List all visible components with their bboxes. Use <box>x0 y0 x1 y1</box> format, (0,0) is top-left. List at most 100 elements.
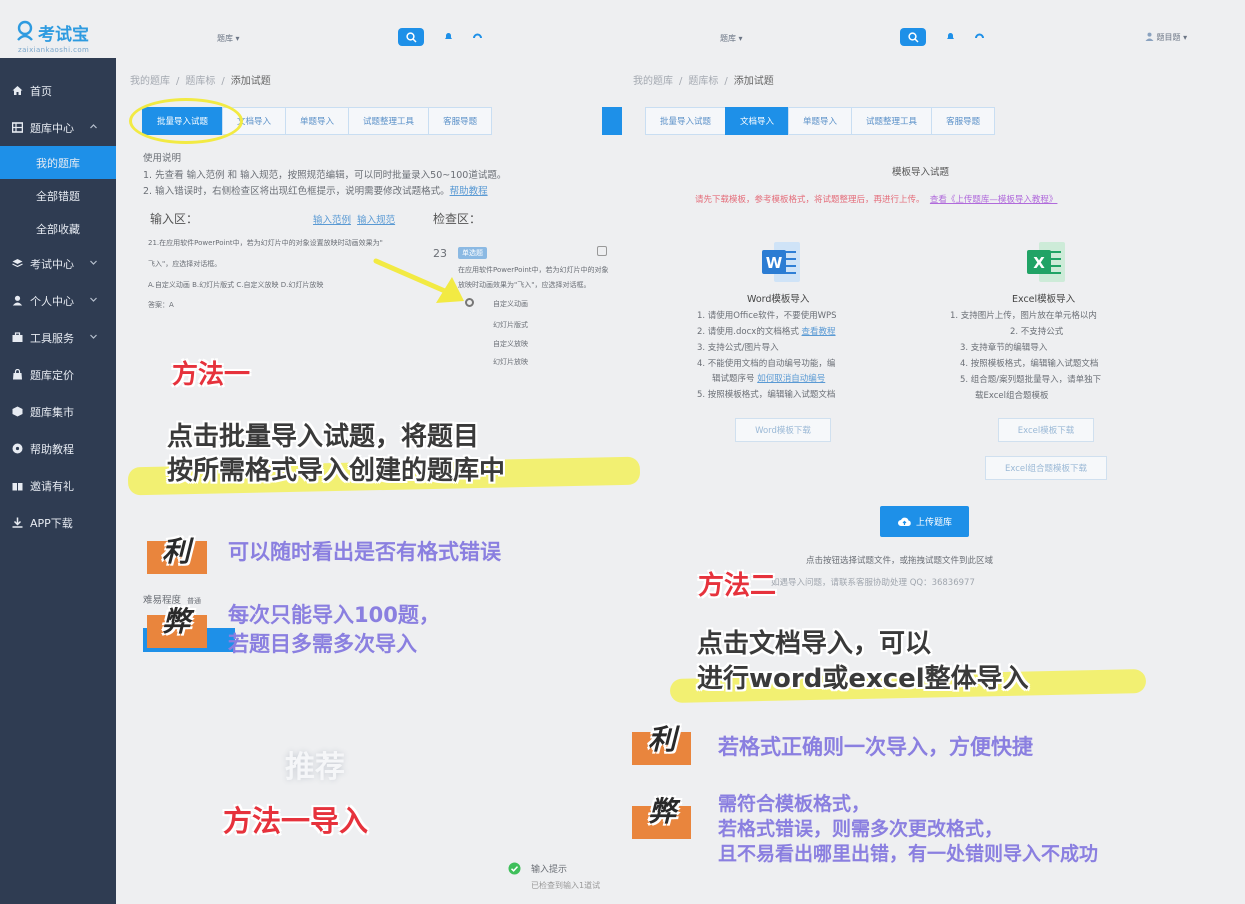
word-rule-text: 辑试题序号 <box>712 374 755 384</box>
bell-icon[interactable] <box>946 32 955 41</box>
excel-doc-icon: X <box>1027 242 1065 282</box>
word-tutorial-link[interactable]: 查看教程 <box>802 327 836 337</box>
sidebar-item-label: 考试中心 <box>30 257 74 271</box>
breadcrumb-current: 添加试题 <box>230 76 271 87</box>
search-button-right[interactable] <box>900 28 926 46</box>
sidebar-sub-all-errors[interactable]: 全部错题 <box>0 179 116 212</box>
tab-single-import[interactable]: 单题导入 <box>285 107 350 135</box>
tip-sub: 已检查到输入1道试 <box>531 881 601 890</box>
sidebar-item-label: 个人中心 <box>30 294 74 308</box>
breadcrumb-right: 我的题库 / 题库标 / 添加试题 <box>633 76 774 87</box>
sidebar-item-bank-pricing[interactable]: 题库定价 <box>0 356 116 393</box>
word-rule: 2. 请使用.docx的文档格式 查看教程 <box>697 325 836 337</box>
sidebar-item-app-download[interactable]: APP下载 <box>0 504 116 541</box>
input-rules-link[interactable]: 输入规范 <box>357 215 395 226</box>
bank-select-label: 题库 <box>720 34 736 43</box>
tab-service-import[interactable]: 客服导题 <box>931 107 996 135</box>
search-button-left[interactable] <box>398 28 424 46</box>
help-icon <box>10 442 24 456</box>
excel-rule: 载Excel组合题模板 <box>975 391 1049 401</box>
template-note-text: 请先下载模板，参考模板格式，将试题整理后，再进行上传。 <box>695 195 925 205</box>
method-one-desc-2: 按所需格式导入创建的题库中 <box>167 456 506 486</box>
tab-organize-tool[interactable]: 试题整理工具 <box>851 107 933 135</box>
question-text[interactable]: 21.在应用软件PowerPoint中，若为幻灯片中的对象设置放映时动画效果为" <box>148 238 383 248</box>
excel-template-download-button[interactable]: Excel模板下载 <box>998 418 1094 442</box>
breadcrumb-current: 添加试题 <box>733 76 774 87</box>
usage-title: 使用说明 <box>143 153 182 164</box>
upload-bank-button[interactable]: 上传题库 <box>880 506 969 537</box>
sidebar: 考试宝 zaixiankaoshi.com 首页 题库中心 我的题库 全部错题 … <box>0 0 116 904</box>
arrow-annotation <box>373 258 464 303</box>
method-one-desc-1: 点击批量导入试题，将题目 <box>167 422 480 452</box>
breadcrumb-item[interactable]: 题库标 <box>185 76 215 87</box>
method-two-pro-badge: 利 <box>648 723 677 756</box>
cube-icon <box>10 405 24 419</box>
question-text-2[interactable]: 飞入"，应选择对话框。 <box>148 259 221 269</box>
brand-name: 考试宝 <box>38 25 89 45</box>
grid-icon <box>10 121 24 135</box>
tab-batch-import[interactable]: 批量导入试题 <box>645 107 727 135</box>
method-two-con-3: 且不易看出哪里出错，有一处错则导入不成功 <box>718 843 1099 865</box>
question-select-checkbox[interactable] <box>597 246 607 256</box>
sidebar-item-personal-center[interactable]: 个人中心 <box>0 282 116 319</box>
question-options[interactable]: A.自定义动画 B.幻灯片版式 C.自定义放映 D.幻灯片放映 <box>148 280 323 290</box>
word-rule: 辑试题序号 如何取消自动编号 <box>712 372 825 384</box>
svg-text:W: W <box>766 254 783 272</box>
tab-service-import[interactable]: 客服导题 <box>428 107 493 135</box>
method-one-pro: 可以随时看出是否有格式错误 <box>228 540 501 564</box>
bank-select-left[interactable]: 题库 ▾ <box>217 33 240 44</box>
method-two-pro: 若格式正确则一次导入，方便快捷 <box>718 735 1033 759</box>
sidebar-sub-my-bank[interactable]: 我的题库 <box>0 146 116 179</box>
check-question-text: 在应用软件PowerPoint中，若为幻灯片中的对象 <box>458 266 609 274</box>
sidebar-item-help[interactable]: 帮助教程 <box>0 430 116 467</box>
sidebar-sub-all-favorites[interactable]: 全部收藏 <box>0 212 116 245</box>
input-example-link[interactable]: 输入范例 <box>313 215 351 226</box>
app-icon[interactable] <box>975 32 984 41</box>
help-tutorial-link[interactable]: 帮助教程 <box>450 186 488 197</box>
sidebar-item-label: 首页 <box>30 84 52 98</box>
word-template-download-button[interactable]: Word模板下载 <box>735 418 831 442</box>
upload-hint: 点击按钮选择试题文件，或拖拽试题文件到此区域 <box>806 556 994 566</box>
breadcrumb-item[interactable]: 我的题库 <box>633 76 673 87</box>
bell-icon[interactable] <box>444 32 453 41</box>
bank-select-right[interactable]: 题库 ▾ <box>720 33 743 44</box>
breadcrumb-item[interactable]: 我的题库 <box>130 76 170 87</box>
app-icon[interactable] <box>473 32 482 41</box>
sidebar-item-invite[interactable]: 邀请有礼 <box>0 467 116 504</box>
blue-button-stub[interactable] <box>602 107 622 135</box>
method-two-con-1: 需符合模板格式， <box>718 793 871 815</box>
check-option: 幻灯片版式 <box>493 321 528 329</box>
brand[interactable]: 考试宝 zaixiankaoshi.com <box>0 0 116 58</box>
check-area-label: 检查区： <box>433 212 482 226</box>
sidebar-item-label: APP下载 <box>30 516 73 530</box>
sidebar-item-exam-center[interactable]: 考试中心 <box>0 245 116 282</box>
word-rule: 5. 按照模板格式，编辑输入试题文档 <box>697 390 836 400</box>
avatar-icon <box>1145 32 1154 41</box>
method-two-con-badge: 弊 <box>648 795 677 828</box>
excel-combo-template-download-button[interactable]: Excel组合题模板下载 <box>985 456 1107 480</box>
method-two-desc-1: 点击文档导入，可以 <box>697 629 932 659</box>
tab-single-import[interactable]: 单题导入 <box>788 107 853 135</box>
excel-template-title: Excel模板导入 <box>1012 294 1076 305</box>
sidebar-item-bank-market[interactable]: 题库集市 <box>0 393 116 430</box>
question-answer[interactable]: 答案：A <box>148 300 174 310</box>
breadcrumb-item[interactable]: 题库标 <box>688 76 718 87</box>
usage-line-1: 1. 先查看 输入范例 和 输入规范，按照规范编辑，可以同时批量录入50~100… <box>143 170 507 181</box>
sidebar-item-bank-center[interactable]: 题库中心 <box>0 109 116 146</box>
check-option: 自定义动画 <box>493 300 528 308</box>
method-one-con-1: 每次只能导入100题， <box>228 603 440 627</box>
user-menu[interactable]: 题目题 ▾ <box>1145 32 1187 43</box>
excel-rule: 5. 组合题/案列题批量导入，请单独下 <box>960 375 1102 385</box>
bag-icon <box>10 368 24 382</box>
template-tutorial-link[interactable]: 查看《上传题库—模板导入教程》 <box>930 195 1058 205</box>
sidebar-menu: 首页 题库中心 我的题库 全部错题 全部收藏 考试中心 个人中心 工具服务 题库… <box>0 72 116 541</box>
tab-doc-import[interactable]: 文档导入 <box>725 107 790 135</box>
sidebar-item-home[interactable]: 首页 <box>0 72 116 109</box>
tab-organize-tool[interactable]: 试题整理工具 <box>348 107 430 135</box>
gift-icon <box>10 479 24 493</box>
tab-highlight-circle <box>129 98 243 144</box>
sidebar-item-tool-services[interactable]: 工具服务 <box>0 319 116 356</box>
word-rule: 3. 支持公式/图片导入 <box>697 343 779 353</box>
user-icon <box>10 294 24 308</box>
cancel-auto-number-link[interactable]: 如何取消自动编号 <box>757 374 825 384</box>
